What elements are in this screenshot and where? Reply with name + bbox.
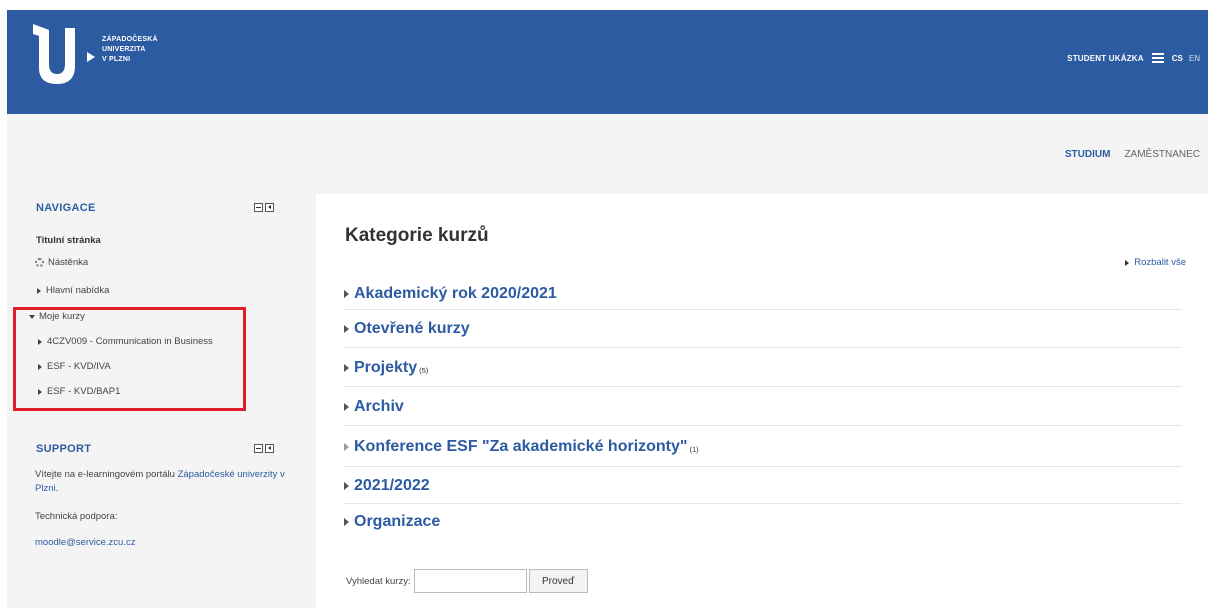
site-header: ZÁPADOČESKÁ UNIVERZITA V PLZNI STUDENT U… bbox=[7, 10, 1208, 114]
category-name[interactable]: Organizace bbox=[354, 513, 440, 531]
category-item[interactable]: 2021/2022 bbox=[344, 468, 1182, 504]
minimize-block-icon[interactable] bbox=[254, 203, 263, 212]
support-welcome: Vítejte na e-learningovém portálu Západo… bbox=[35, 468, 285, 496]
category-count: (5) bbox=[419, 366, 429, 375]
category-name[interactable]: Otevřené kurzy bbox=[354, 320, 470, 338]
category-item[interactable]: Organizace bbox=[344, 505, 1182, 539]
category-item[interactable]: Otevřené kurzy bbox=[344, 311, 1182, 348]
nav-home[interactable]: Titulní stránka bbox=[36, 235, 101, 246]
dock-block-icon[interactable] bbox=[265, 444, 274, 453]
category-item[interactable]: Akademický rok 2020/2021 bbox=[344, 278, 1182, 310]
tab-studium[interactable]: STUDIUM bbox=[1065, 149, 1111, 160]
category-name[interactable]: Akademický rok 2020/2021 bbox=[354, 285, 557, 303]
expand-all-icon bbox=[1125, 259, 1130, 266]
course-search: Vyhledat kurzy: Proveď bbox=[346, 569, 588, 593]
expand-all-label: Rozbalit vše bbox=[1134, 257, 1186, 268]
category-name[interactable]: Archiv bbox=[354, 398, 404, 416]
language-cs[interactable]: CS bbox=[1172, 54, 1183, 63]
category-name[interactable]: Konference ESF "Za akademické horizonty" bbox=[354, 438, 688, 456]
hamburger-menu-icon[interactable] bbox=[1151, 53, 1164, 63]
category-count: (1) bbox=[689, 445, 699, 454]
tab-zamestnanec[interactable]: ZAMĚSTNANEC bbox=[1124, 149, 1200, 160]
support-welcome-text: Vítejte na e-learningovém portálu bbox=[35, 469, 178, 480]
expand-all-link[interactable]: Rozbalit vše bbox=[1125, 257, 1186, 268]
category-item[interactable]: Konference ESF "Za akademické horizonty"… bbox=[344, 427, 1182, 467]
logo-mark-icon bbox=[33, 24, 75, 84]
category-expand-icon bbox=[344, 442, 349, 451]
category-name[interactable]: Projekty bbox=[354, 359, 417, 377]
role-tabs: STUDIUM ZAMĚSTNANEC bbox=[1065, 149, 1200, 160]
logo-arrow-icon bbox=[87, 52, 95, 62]
nav-dashboard-label: Nástěnka bbox=[48, 257, 89, 268]
category-expand-icon bbox=[344, 402, 349, 411]
search-label: Vyhledat kurzy: bbox=[346, 575, 411, 587]
category-item[interactable]: Archiv bbox=[344, 388, 1182, 426]
nav-main-menu[interactable]: Hlavní nabídka bbox=[37, 285, 109, 296]
category-expand-icon bbox=[344, 518, 349, 526]
navigation-block-title: NAVIGACE bbox=[36, 202, 96, 214]
language-en[interactable]: EN bbox=[1189, 54, 1200, 63]
support-email[interactable]: moodle@service.zcu.cz bbox=[35, 537, 135, 548]
highlight-box bbox=[13, 307, 246, 411]
category-expand-icon bbox=[344, 363, 349, 372]
logo-line-2: UNIVERZITA bbox=[102, 46, 146, 53]
dashboard-icon bbox=[35, 258, 44, 267]
page-title: Kategorie kurzů bbox=[345, 225, 489, 246]
support-tech-label: Technická podpora: bbox=[35, 511, 118, 522]
nav-dashboard[interactable]: Nástěnka bbox=[35, 257, 88, 268]
user-area: STUDENT UKÁZKA CS EN bbox=[1067, 53, 1200, 63]
category-expand-icon bbox=[344, 325, 349, 333]
category-name[interactable]: 2021/2022 bbox=[354, 477, 430, 495]
category-expand-icon bbox=[344, 289, 349, 298]
logo-line-1: ZÁPADOČESKÁ bbox=[102, 36, 158, 43]
support-email-link[interactable]: moodle@service.zcu.cz bbox=[35, 536, 135, 550]
role-bar: STUDIUM ZAMĚSTNANEC bbox=[7, 114, 1208, 194]
navigation-block-controls bbox=[254, 203, 274, 212]
main-content: Kategorie kurzů Rozbalit vše Akademický … bbox=[316, 194, 1208, 608]
university-logo[interactable]: ZÁPADOČESKÁ UNIVERZITA V PLZNI bbox=[29, 22, 179, 92]
search-button[interactable]: Proveď bbox=[528, 569, 588, 593]
dock-block-icon[interactable] bbox=[265, 203, 274, 212]
user-menu[interactable]: STUDENT UKÁZKA bbox=[1067, 54, 1144, 63]
category-expand-icon bbox=[344, 481, 349, 490]
expand-icon bbox=[37, 287, 41, 294]
category-item[interactable]: Projekty (5) bbox=[344, 349, 1182, 387]
logo-line-3: V PLZNI bbox=[102, 56, 131, 63]
search-input[interactable] bbox=[413, 569, 527, 593]
support-block-title: SUPPORT bbox=[36, 443, 92, 455]
nav-main-menu-label: Hlavní nabídka bbox=[46, 285, 110, 296]
support-welcome-suffix: . bbox=[55, 483, 59, 494]
logo-text: ZÁPADOČESKÁ UNIVERZITA V PLZNI bbox=[102, 35, 158, 65]
support-block-controls bbox=[254, 444, 274, 453]
minimize-block-icon[interactable] bbox=[254, 444, 263, 453]
